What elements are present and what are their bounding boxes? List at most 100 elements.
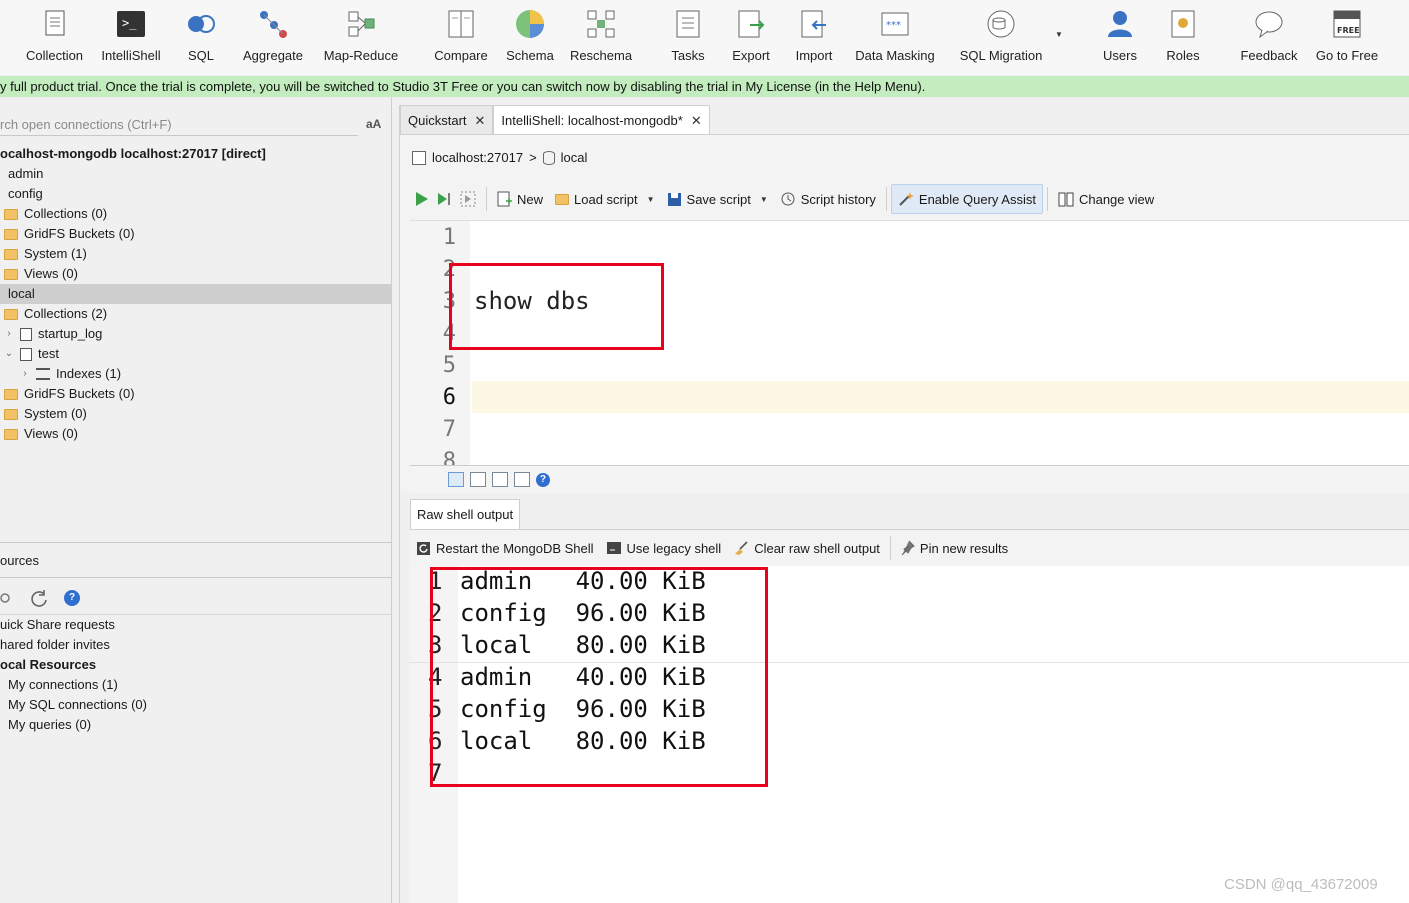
view-mode-3-icon[interactable]: [492, 472, 508, 487]
refresh-icon[interactable]: [30, 589, 48, 607]
tree-item-config-gridfs[interactable]: GridFS Buckets (0): [4, 224, 135, 244]
toolbar-schema-button[interactable]: Schema: [505, 0, 555, 75]
help-icon[interactable]: ?: [536, 472, 550, 487]
tree-item-local-gridfs[interactable]: GridFS Buckets (0): [4, 384, 135, 404]
feedback-icon: [1251, 6, 1287, 42]
resource-my-sql-connections[interactable]: My SQL connections (0): [0, 695, 147, 715]
run-selection-button[interactable]: [454, 184, 482, 214]
toolbar-label: SQL Migration: [959, 48, 1043, 63]
help-icon[interactable]: ?: [64, 590, 80, 606]
view-mode-4-icon[interactable]: [514, 472, 530, 487]
breadcrumb-server[interactable]: localhost:27017: [432, 150, 523, 165]
use-legacy-shell-button[interactable]: Use legacy shell: [600, 533, 728, 563]
toolbar-map-reduce-button[interactable]: Map-Reduce: [322, 0, 400, 75]
columns-icon: [1058, 192, 1074, 206]
settings-icon[interactable]: [0, 590, 14, 606]
collection-icon: [20, 327, 32, 341]
toolbar-label: Map-Reduce: [323, 48, 399, 63]
dropdown-arrow-icon[interactable]: ▼: [760, 195, 768, 204]
sql-migration-dropdown-icon[interactable]: ▼: [1055, 30, 1063, 39]
resource-label: My queries (0): [8, 717, 92, 732]
resource-label: uick Share requests: [0, 617, 115, 632]
toolbar-intellishell-button[interactable]: >_ IntelliShell: [100, 0, 162, 75]
change-view-button[interactable]: Change view: [1052, 184, 1160, 214]
toolbar-reschema-button[interactable]: Reschema: [570, 0, 632, 75]
toolbar-aggregate-button[interactable]: Aggregate: [240, 0, 306, 75]
tree-item-test[interactable]: ⌄ test: [4, 344, 59, 364]
toolbar-collection-button[interactable]: Collection: [22, 0, 87, 75]
save-script-button[interactable]: Save script ▼: [661, 184, 774, 214]
toolbar-export-button[interactable]: Export: [730, 0, 772, 75]
folder-icon: [4, 268, 18, 280]
tree-item-local-collections[interactable]: Collections (2): [4, 304, 107, 324]
toolbar-sql-button[interactable]: SQL: [183, 0, 219, 75]
view-mode-1-icon[interactable]: [448, 472, 464, 487]
play-icon: [416, 192, 428, 206]
toolbar-label: Feedback: [1240, 48, 1298, 63]
tab-raw-shell-output[interactable]: Raw shell output: [410, 499, 521, 529]
search-connections-input[interactable]: rch open connections (Ctrl+F): [0, 114, 358, 136]
tree-item-config-collections[interactable]: Collections (0): [4, 204, 107, 224]
resource-shared-folder[interactable]: hared folder invites: [0, 635, 110, 655]
tree-item-config-system[interactable]: System (1): [4, 244, 87, 264]
new-script-button[interactable]: New: [491, 184, 549, 214]
load-script-button[interactable]: Load script ▼: [549, 184, 661, 214]
toolbar-sql-migration-button[interactable]: SQL Migration: [957, 0, 1045, 75]
chevron-right-icon[interactable]: ›: [4, 324, 14, 344]
resource-local-resources[interactable]: ocal Resources: [0, 655, 96, 675]
toolbar-go-to-free-button[interactable]: FREE Go to Free: [1314, 0, 1380, 75]
tab-label: Quickstart: [408, 112, 467, 128]
pin-results-button[interactable]: Pin new results: [895, 533, 1014, 563]
toolbar-data-masking-button[interactable]: *** Data Masking: [853, 0, 937, 75]
chevron-down-icon[interactable]: ⌄: [4, 344, 14, 364]
server-icon: [412, 150, 426, 165]
font-size-toggle[interactable]: aA: [366, 117, 381, 131]
connection-node[interactable]: ocalhost-mongodb localhost:27017 [direct…: [0, 144, 266, 164]
tree-item-config[interactable]: config: [0, 184, 43, 204]
highlight-box: [449, 263, 664, 350]
line-number: 5: [442, 353, 456, 378]
resource-my-connections[interactable]: My connections (1): [0, 675, 118, 695]
close-icon[interactable]: ✕: [691, 106, 702, 135]
view-mode-2-icon[interactable]: [470, 472, 486, 487]
tree-item-config-views[interactable]: Views (0): [4, 264, 78, 284]
magic-wand-icon: [899, 192, 914, 206]
tree-item-indexes[interactable]: › Indexes (1): [20, 364, 121, 384]
toolbar-label: Data Masking: [855, 48, 935, 63]
resource-my-queries[interactable]: My queries (0): [0, 715, 91, 735]
current-line-highlight: [472, 381, 1409, 413]
restart-shell-button[interactable]: Restart the MongoDB Shell: [410, 533, 600, 563]
tree-item-startup-log[interactable]: › startup_log: [4, 324, 102, 344]
clear-output-button[interactable]: Clear raw shell output: [727, 533, 886, 563]
toolbar-roles-button[interactable]: Roles: [1164, 0, 1202, 75]
tree-item-label: GridFS Buckets (0): [24, 226, 135, 241]
toolbar-import-button[interactable]: Import: [793, 0, 835, 75]
enable-query-assist-button[interactable]: Enable Query Assist: [890, 184, 1043, 214]
folder-icon: [4, 228, 18, 240]
dropdown-arrow-icon[interactable]: ▼: [647, 195, 655, 204]
tree-item-local-views[interactable]: Views (0): [4, 424, 78, 444]
toolbar-tasks-button[interactable]: Tasks: [668, 0, 708, 75]
toolbar-feedback-button[interactable]: Feedback: [1238, 0, 1300, 75]
run-line-button[interactable]: [434, 184, 454, 214]
tab-quickstart[interactable]: Quickstart ✕: [400, 105, 494, 135]
restart-icon: [417, 541, 430, 555]
tree-item-admin[interactable]: admin: [0, 164, 43, 184]
chevron-right-icon[interactable]: ›: [20, 364, 30, 384]
tree-item-local-system[interactable]: System (0): [4, 404, 87, 424]
breadcrumb-database[interactable]: local: [561, 150, 588, 165]
toolbar-label: Roles: [1166, 48, 1200, 63]
script-history-button[interactable]: Script history: [774, 184, 882, 214]
toolbar-compare-button[interactable]: Compare: [432, 0, 490, 75]
toolbar-users-button[interactable]: Users: [1100, 0, 1140, 75]
toolbar-label: Export: [732, 48, 770, 63]
divider: [486, 187, 487, 211]
close-icon[interactable]: ✕: [475, 106, 486, 135]
tab-intellishell[interactable]: IntelliShell: localhost-mongodb* ✕: [493, 105, 710, 135]
tree-item-local[interactable]: local: [0, 284, 391, 304]
run-button[interactable]: [410, 184, 434, 214]
tree-item-label: GridFS Buckets (0): [24, 386, 135, 401]
resource-quick-share[interactable]: uick Share requests: [0, 615, 115, 635]
line-number: 1: [442, 225, 456, 250]
editor-toolbar: New Load script ▼ Save script ▼ Script h…: [410, 183, 1408, 215]
